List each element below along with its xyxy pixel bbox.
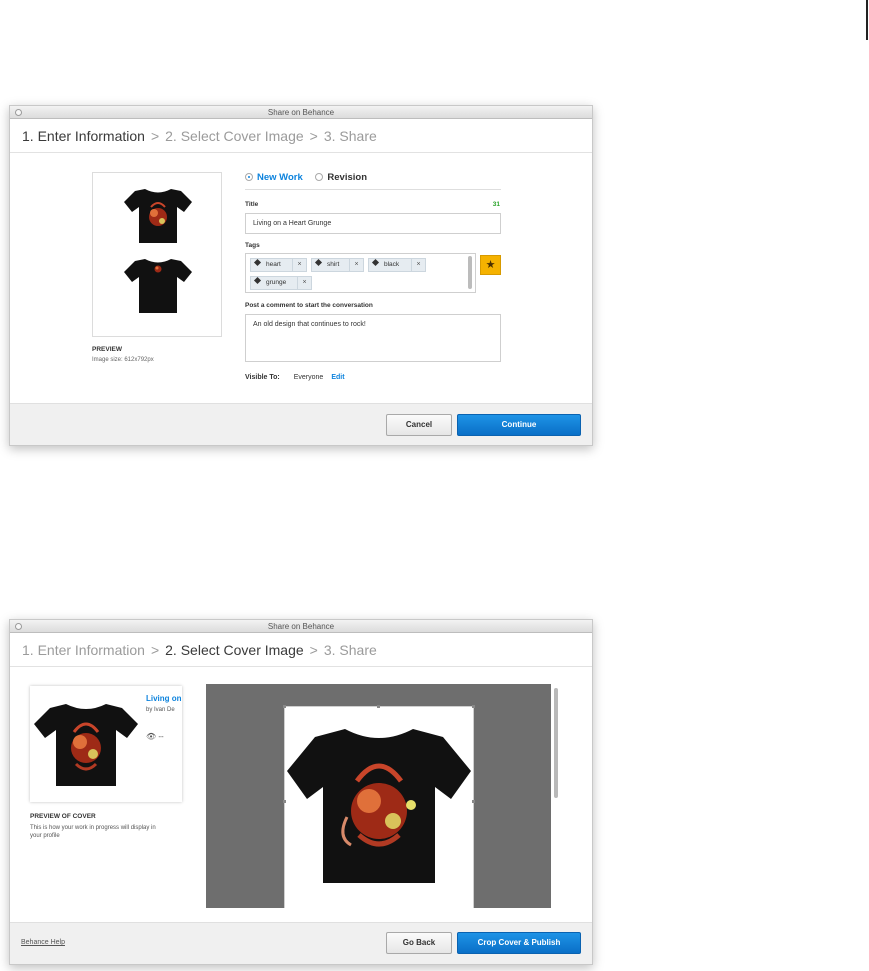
window-title: Share on Behance bbox=[267, 622, 335, 631]
tshirt-front-image bbox=[124, 189, 192, 243]
radio-revision-label: Revision bbox=[327, 172, 368, 183]
cover-preview-card: Living on by Ivan De 👁 -- bbox=[30, 686, 182, 802]
tags-scrollbar[interactable] bbox=[468, 256, 472, 289]
tshirt-cover-crop-image bbox=[287, 729, 471, 883]
tag-chip: heart × bbox=[250, 258, 307, 272]
behance-help-link[interactable]: Behance Help bbox=[21, 939, 65, 946]
crop-selection[interactable] bbox=[284, 706, 474, 908]
tag-icon bbox=[253, 276, 262, 285]
image-size-text: Image size: 612x792px bbox=[92, 357, 154, 363]
window-close-icon[interactable] bbox=[15, 109, 22, 116]
remove-tag-icon[interactable]: × bbox=[297, 277, 311, 289]
step-enter-information: 1. Enter Information bbox=[22, 642, 145, 658]
radio-selected-icon bbox=[245, 173, 253, 181]
artwork-preview bbox=[92, 172, 222, 337]
tag-label: grunge bbox=[266, 279, 287, 286]
edit-visibility-link[interactable]: Edit bbox=[331, 374, 344, 381]
title-input[interactable]: Living on a Heart Grunge bbox=[245, 213, 501, 234]
tag-label: black bbox=[384, 261, 400, 268]
title-label: Title bbox=[245, 201, 259, 208]
step-share: 3. Share bbox=[323, 642, 377, 658]
work-type-radio-group: New Work Revision bbox=[245, 172, 501, 190]
step-separator: > bbox=[309, 642, 318, 658]
tag-icon bbox=[314, 258, 323, 267]
window-title: Share on Behance bbox=[267, 108, 335, 117]
cover-thumbnail bbox=[30, 686, 142, 802]
crop-handle-right[interactable] bbox=[472, 800, 475, 803]
tag-label: heart bbox=[266, 261, 281, 268]
preview-of-cover-description: This is how your work in progress will d… bbox=[30, 825, 156, 839]
step-select-cover: 2. Select Cover Image bbox=[165, 642, 304, 658]
step-share: 3. Share bbox=[323, 128, 377, 144]
crop-area-scrollbar[interactable] bbox=[554, 688, 558, 798]
tshirt-back-image bbox=[124, 259, 192, 313]
title-character-count: 31 bbox=[492, 201, 500, 208]
page-edge-marker bbox=[866, 0, 868, 40]
cover-card-title: Living on bbox=[146, 694, 182, 703]
step-separator: > bbox=[150, 128, 160, 144]
radio-unselected-icon bbox=[315, 173, 324, 181]
share-dialog-select-cover: Share on Behance 1. Enter Information >2.… bbox=[9, 619, 593, 965]
cover-card-author: by Ivan De bbox=[146, 707, 175, 713]
window-close-icon[interactable] bbox=[15, 623, 22, 630]
step-breadcrumb: 1. Enter Information >2. Select Cover Ima… bbox=[10, 633, 592, 667]
crop-handle-left[interactable] bbox=[283, 800, 286, 803]
tag-chip: grunge × bbox=[250, 276, 312, 290]
radio-new-work[interactable]: New Work bbox=[245, 172, 303, 183]
go-back-button[interactable]: Go Back bbox=[386, 932, 452, 954]
window-titlebar: Share on Behance bbox=[10, 620, 592, 633]
step-separator: > bbox=[309, 128, 318, 144]
tag-chip: shirt × bbox=[311, 258, 364, 272]
dialog-footer: Cancel Continue bbox=[10, 403, 592, 445]
tag-chip: black × bbox=[368, 258, 426, 272]
cover-crop-area[interactable] bbox=[206, 684, 551, 908]
comment-textarea[interactable]: An old design that continues to rock! bbox=[245, 314, 501, 362]
tag-label: shirt bbox=[327, 261, 340, 268]
continue-button[interactable]: Continue bbox=[457, 414, 581, 436]
remove-tag-icon[interactable]: × bbox=[349, 259, 363, 271]
window-titlebar: Share on Behance bbox=[10, 106, 592, 119]
remove-tag-icon[interactable]: × bbox=[411, 259, 425, 271]
crop-handle-top-right[interactable] bbox=[472, 705, 475, 708]
dialog-footer: Behance Help Go Back Crop Cover & Publis… bbox=[10, 922, 592, 964]
crop-handle-top-left[interactable] bbox=[283, 705, 286, 708]
visible-to-label: Visible To: bbox=[245, 374, 280, 381]
star-icon[interactable]: ★ bbox=[480, 255, 501, 275]
tags-label: Tags bbox=[245, 242, 260, 249]
step-breadcrumb: 1. Enter Information >2. Select Cover Ima… bbox=[10, 119, 592, 153]
step-separator: > bbox=[150, 642, 160, 658]
crop-cover-publish-button[interactable]: Crop Cover & Publish bbox=[457, 932, 581, 954]
visible-to-value: Everyone bbox=[293, 374, 324, 381]
radio-new-work-label: New Work bbox=[257, 172, 303, 183]
share-dialog-enter-information: Share on Behance 1. Enter Information >2.… bbox=[9, 105, 593, 446]
crop-handle-top[interactable] bbox=[377, 705, 380, 708]
preview-label: PREVIEW bbox=[92, 346, 122, 353]
radio-revision[interactable]: Revision bbox=[315, 172, 367, 183]
tags-input[interactable]: heart × shirt × black × grunge × bbox=[245, 253, 476, 293]
tshirt-cover-thumbnail-image bbox=[34, 704, 138, 786]
tag-icon bbox=[371, 258, 380, 267]
step-select-cover: 2. Select Cover Image bbox=[165, 128, 304, 144]
comment-label: Post a comment to start the conversation bbox=[245, 302, 373, 309]
remove-tag-icon[interactable]: × bbox=[292, 259, 306, 271]
step-enter-information: 1. Enter Information bbox=[22, 128, 145, 144]
cancel-button[interactable]: Cancel bbox=[386, 414, 452, 436]
eye-icon: 👁 -- bbox=[146, 732, 164, 741]
tag-icon bbox=[253, 258, 262, 267]
preview-of-cover-label: PREVIEW OF COVER bbox=[30, 813, 96, 820]
visibility-row: Visible To: Everyone Edit bbox=[245, 374, 345, 381]
